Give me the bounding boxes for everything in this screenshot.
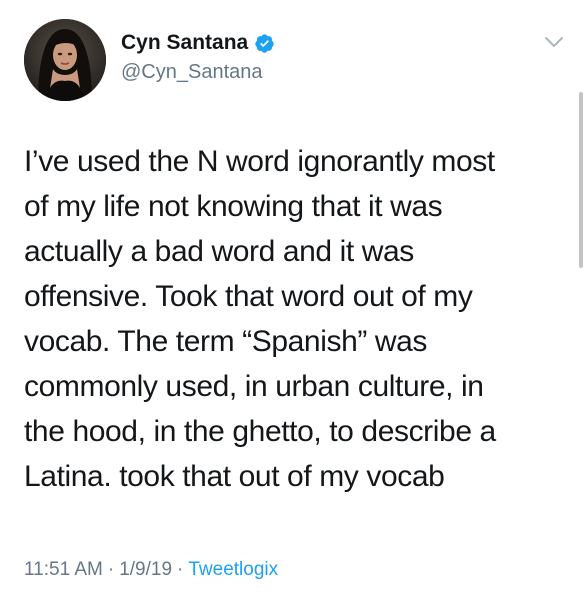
tweet-meta: 11:51 AM · 1/9/19 · Tweetlogix bbox=[24, 558, 278, 582]
name-row: Cyn Santana bbox=[121, 30, 275, 56]
meta-separator: · bbox=[177, 559, 184, 580]
display-name[interactable]: Cyn Santana bbox=[121, 30, 248, 56]
tweet-text-line: actually a bad word and it was bbox=[24, 235, 414, 268]
tweet-text-line: of my life not knowing that it was bbox=[24, 190, 443, 223]
avatar[interactable] bbox=[24, 19, 106, 101]
tweet-card: Cyn Santana @Cyn_Santana I’ve used the N… bbox=[0, 0, 587, 600]
meta-separator: · bbox=[107, 559, 115, 580]
tweet-text-line: the hood, in the ghetto, to describe a bbox=[24, 415, 496, 448]
chevron-down-icon[interactable] bbox=[543, 34, 565, 50]
tweet-text-line: vocab. The term “Spanish” was bbox=[24, 325, 428, 358]
tweet-text-line: offensive. Took that word out of my bbox=[24, 280, 473, 313]
scrollbar-thumb[interactable] bbox=[579, 92, 583, 268]
tweet-time[interactable]: 11:51 AM bbox=[24, 559, 103, 580]
tweet-text-line: commonly used, in urban culture, in bbox=[24, 370, 484, 403]
profile-photo-icon bbox=[24, 19, 106, 101]
tweet-source-link[interactable]: Tweetlogix bbox=[188, 559, 278, 580]
tweet-text: I’ve used the N word ignorantly most of … bbox=[24, 139, 564, 499]
tweet-text-line: I’ve used the N word ignorantly most bbox=[24, 145, 495, 178]
tweet-text-line: Latina. took that out of my vocab bbox=[24, 460, 445, 493]
user-handle[interactable]: @Cyn_Santana bbox=[121, 60, 263, 84]
verified-badge-icon bbox=[254, 33, 275, 54]
tweet-date[interactable]: 1/9/19 bbox=[119, 559, 172, 580]
